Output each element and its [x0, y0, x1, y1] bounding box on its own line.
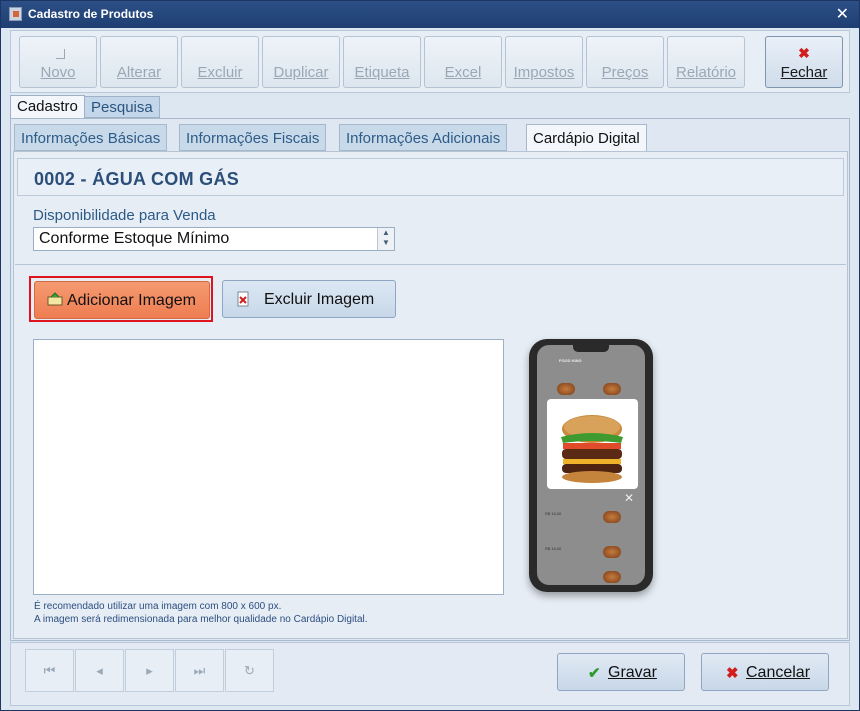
phone-image-card [547, 399, 638, 489]
image-preview-box[interactable] [33, 339, 504, 595]
new-button[interactable]: Novo [19, 36, 97, 88]
tab-basic-info[interactable]: Informações Básicas [14, 124, 168, 151]
phone-header: FOOD KING [559, 358, 582, 363]
menu-thumb-icon [603, 571, 621, 583]
add-image-button[interactable]: Adicionar Imagem [34, 281, 210, 319]
phone-screen: FOOD KING ✕ R$ 16,00 R$ 16,00 [537, 345, 645, 585]
report-button[interactable]: Relatório [667, 36, 745, 88]
excel-button[interactable]: Excel [424, 36, 502, 88]
save-button[interactable]: ✔ Gravar [557, 653, 685, 691]
menu-thumb-icon [603, 511, 621, 523]
phone-price-1: R$ 16,00 [545, 511, 562, 516]
first-record-button[interactable]: ⏮ [25, 649, 74, 692]
product-title: 0002 - ÁGUA COM GÁS [34, 169, 240, 189]
label-button[interactable]: Etiqueta [343, 36, 421, 88]
tab-pesquisa[interactable]: Pesquisa [84, 96, 160, 118]
window-title: Cadastro de Produtos [28, 7, 154, 21]
check-icon: ✔ [588, 665, 601, 682]
phone-close-icon: ✕ [624, 491, 635, 505]
add-image-icon [47, 292, 63, 309]
close-button[interactable]: ✖ Fechar [765, 36, 843, 88]
cancel-button[interactable]: ✖ Cancelar [701, 653, 829, 691]
duplicate-button[interactable]: Duplicar [262, 36, 340, 88]
phone-preview: FOOD KING ✕ R$ 16,00 R$ 16,00 [529, 339, 653, 592]
prev-record-button[interactable]: ◂ [75, 649, 124, 692]
toolbar: Novo Alterar Excluir Duplicar Etiqueta E… [10, 30, 850, 93]
tab-cadastro[interactable]: Cadastro [10, 95, 85, 119]
menu-thumb-icon [557, 383, 575, 395]
availability-value: Conforme Estoque Mínimo [39, 230, 230, 247]
tab-fiscal-info[interactable]: Informações Fiscais [179, 124, 327, 151]
prices-button[interactable]: Preços [586, 36, 664, 88]
delete-image-button[interactable]: Excluir Imagem [222, 280, 396, 318]
close-x-icon: ✖ [798, 45, 810, 61]
next-record-button[interactable]: ▸ [125, 649, 174, 692]
cancel-x-icon: ✖ [726, 665, 739, 682]
menu-thumb-icon [603, 383, 621, 395]
divider [15, 264, 846, 265]
delete-button[interactable]: Excluir [181, 36, 259, 88]
tab-digital-menu[interactable]: Cardápio Digital [526, 124, 647, 152]
note-line-1: É recomendado utilizar uma imagem com 80… [34, 601, 282, 612]
select-spinner-icon[interactable]: ▲ ▼ [377, 228, 394, 250]
tab-additional-info[interactable]: Informações Adicionais [339, 124, 508, 151]
availability-select[interactable]: Conforme Estoque Mínimo ▲ ▼ [33, 227, 395, 251]
note-line-2: A imagem será redimensionada para melhor… [34, 614, 368, 625]
main-window: Cadastro de Produtos ✕ Novo Alterar Excl… [0, 0, 860, 711]
title-bar: Cadastro de Produtos ✕ [1, 1, 859, 28]
app-icon [9, 7, 22, 21]
edit-button[interactable]: Alterar [100, 36, 178, 88]
phone-notch [573, 345, 609, 352]
phone-price-2: R$ 16,00 [545, 546, 562, 551]
refresh-button[interactable]: ↻ [225, 649, 274, 692]
last-record-button[interactable]: ⏭ [175, 649, 224, 692]
window-close-icon[interactable]: ✕ [836, 4, 849, 24]
burger-image-icon [561, 415, 623, 483]
menu-thumb-icon [603, 546, 621, 558]
availability-label: Disponibilidade para Venda [33, 207, 216, 224]
delete-image-icon [235, 291, 251, 310]
new-icon [56, 49, 65, 59]
taxes-button[interactable]: Impostos [505, 36, 583, 88]
